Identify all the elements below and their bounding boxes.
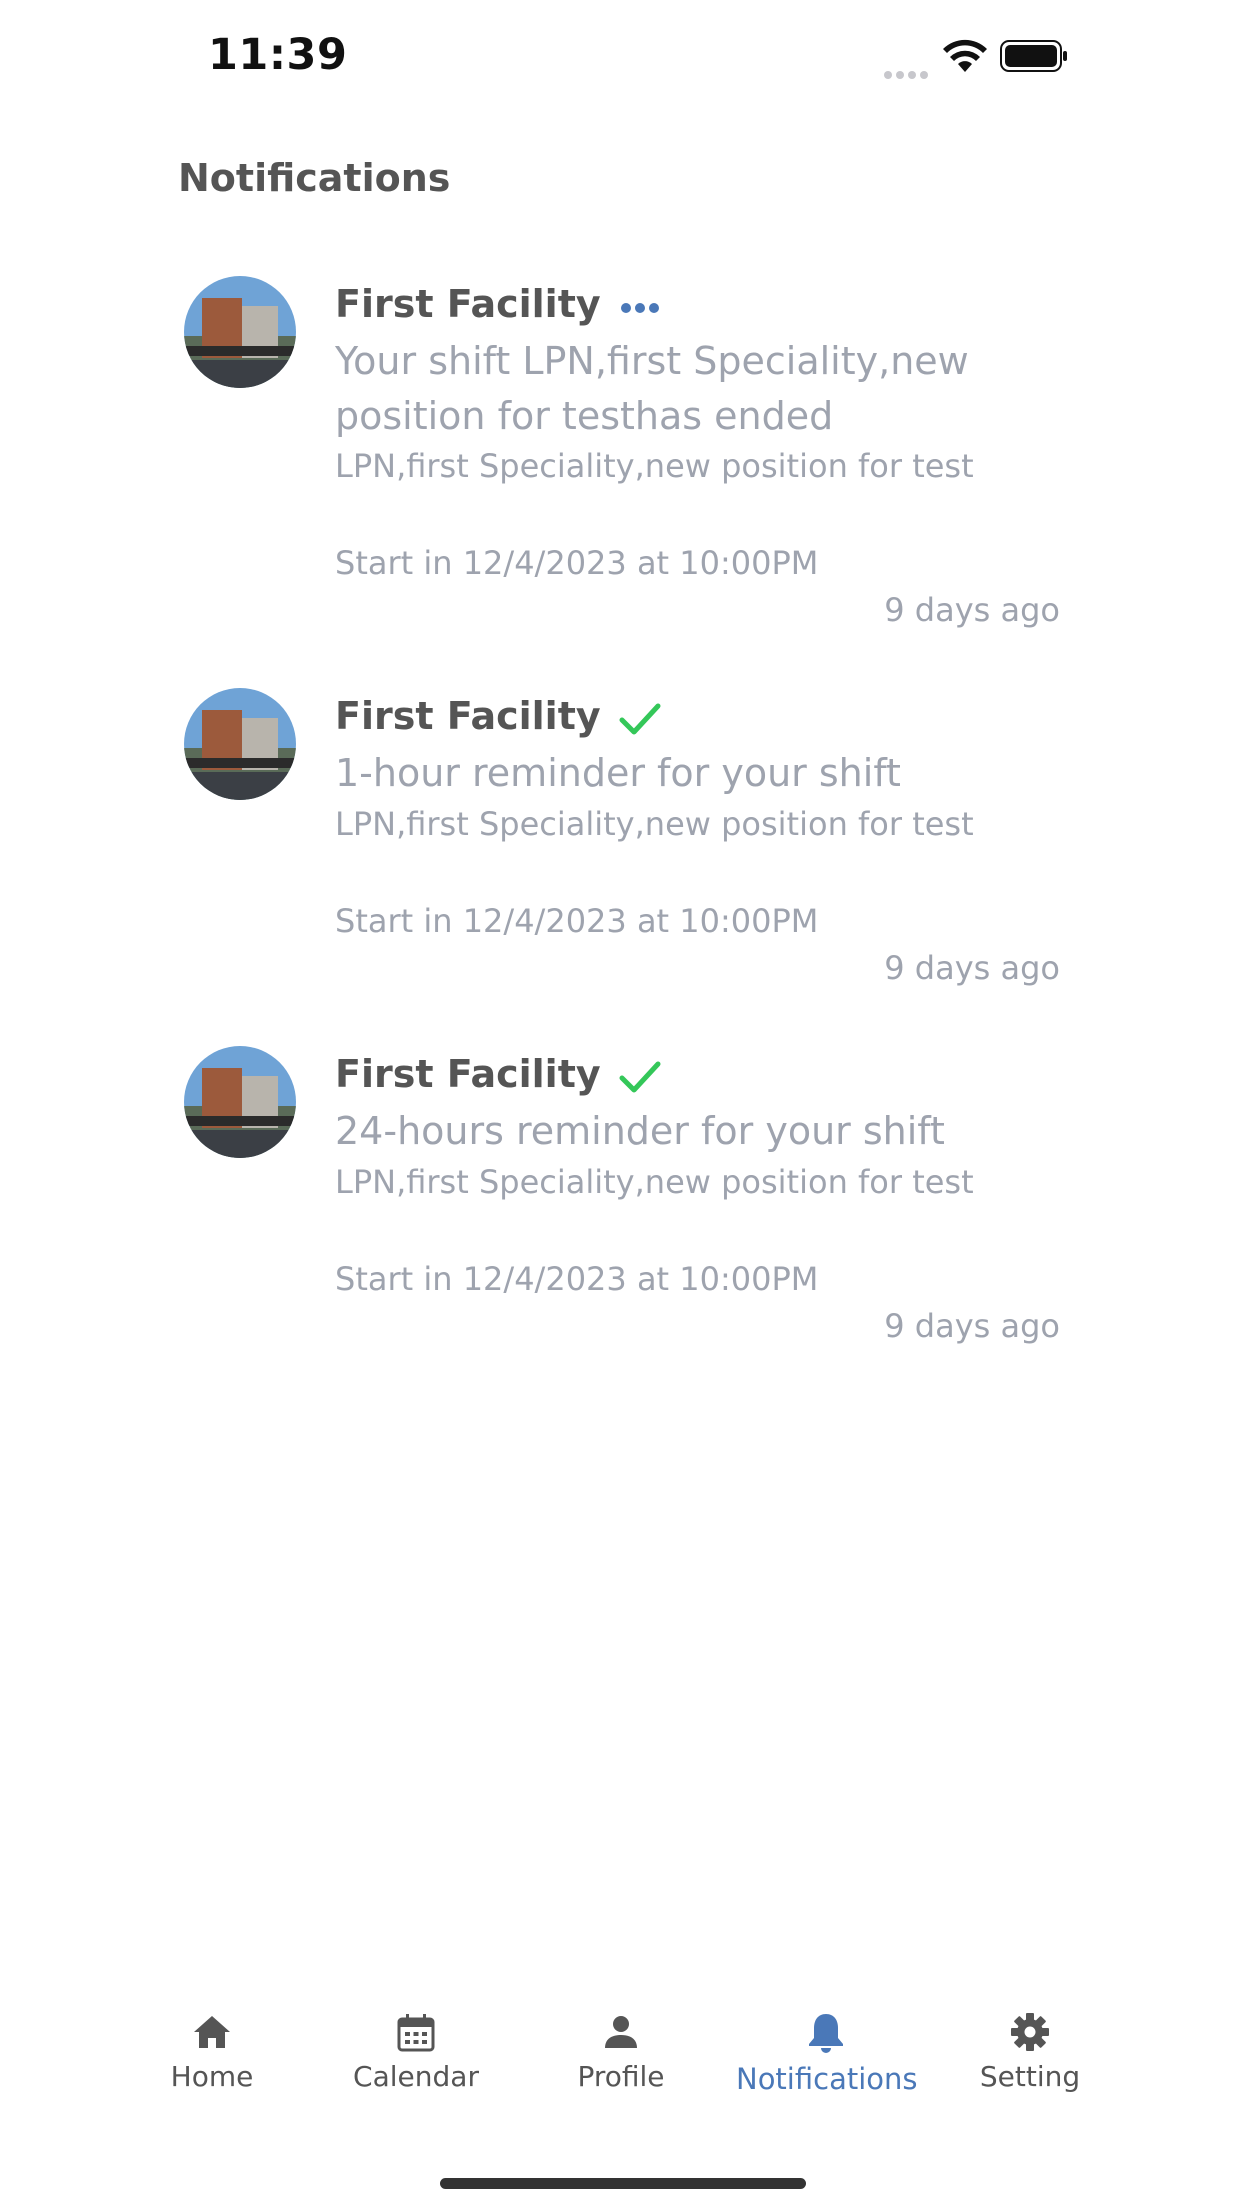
- facility-avatar: [184, 688, 296, 800]
- tab-notifications[interactable]: Notifications: [736, 2010, 918, 2096]
- wifi-icon: [943, 39, 987, 72]
- notification-detail: LPN,first Speciality,new position for te…: [335, 805, 974, 843]
- notification-start: Start in 12/4/2023 at 10:00PM: [335, 1260, 819, 1298]
- person-icon: [605, 2016, 637, 2048]
- tab-label: Calendar: [353, 2060, 479, 2093]
- status-time: 11:39: [208, 30, 348, 80]
- home-icon: [194, 2016, 230, 2048]
- tab-bar: Home Calendar Profile Notifications Sett…: [0, 2010, 1242, 2130]
- page-title: Notifications: [178, 156, 451, 200]
- checkmark-icon: [619, 1061, 661, 1093]
- notification-detail: LPN,first Speciality,new position for te…: [335, 447, 974, 485]
- tab-label: Notifications: [736, 2062, 918, 2096]
- notification-title: 24-hours reminder for your shift: [335, 1109, 945, 1153]
- notification-start: Start in 12/4/2023 at 10:00PM: [335, 544, 819, 582]
- notification-item[interactable]: First Facility Your shift LPN,first Spec…: [0, 276, 1242, 629]
- gear-icon: [1011, 2013, 1049, 2051]
- notification-item[interactable]: First Facility 1-hour reminder for your …: [0, 688, 1242, 1018]
- status-bar: 11:39: [0, 0, 1242, 120]
- calendar-icon: [397, 2014, 435, 2052]
- facility-name: First Facility: [335, 694, 601, 738]
- tab-calendar[interactable]: Calendar: [326, 2010, 506, 2093]
- notification-time-ago: 9 days ago: [884, 591, 1060, 629]
- facility-avatar: [184, 1046, 296, 1158]
- tab-label: Profile: [577, 2060, 665, 2093]
- cellular-signal-icon: [884, 64, 932, 79]
- tab-profile[interactable]: Profile: [531, 2010, 711, 2093]
- home-indicator[interactable]: [440, 2178, 806, 2189]
- notification-time-ago: 9 days ago: [884, 1307, 1060, 1345]
- notification-title: Your shift LPN,first Speciality,new posi…: [335, 339, 969, 438]
- checkmark-icon: [619, 703, 661, 735]
- more-dots-icon: [621, 303, 659, 313]
- facility-name: First Facility: [335, 1052, 601, 1096]
- notification-time-ago: 9 days ago: [884, 949, 1060, 987]
- tab-label: Setting: [979, 2060, 1081, 2093]
- notification-detail: LPN,first Speciality,new position for te…: [335, 1163, 974, 1201]
- notification-title: 1-hour reminder for your shift: [335, 751, 901, 795]
- tab-home[interactable]: Home: [122, 2010, 302, 2093]
- notification-item[interactable]: First Facility 24-hours reminder for you…: [0, 1046, 1242, 1376]
- battery-icon: [1000, 40, 1067, 72]
- tab-label: Home: [170, 2060, 254, 2093]
- bell-icon: [809, 2014, 843, 2053]
- facility-avatar: [184, 276, 296, 388]
- facility-name: First Facility: [335, 282, 601, 326]
- tab-setting[interactable]: Setting: [940, 2010, 1120, 2093]
- notification-start: Start in 12/4/2023 at 10:00PM: [335, 902, 819, 940]
